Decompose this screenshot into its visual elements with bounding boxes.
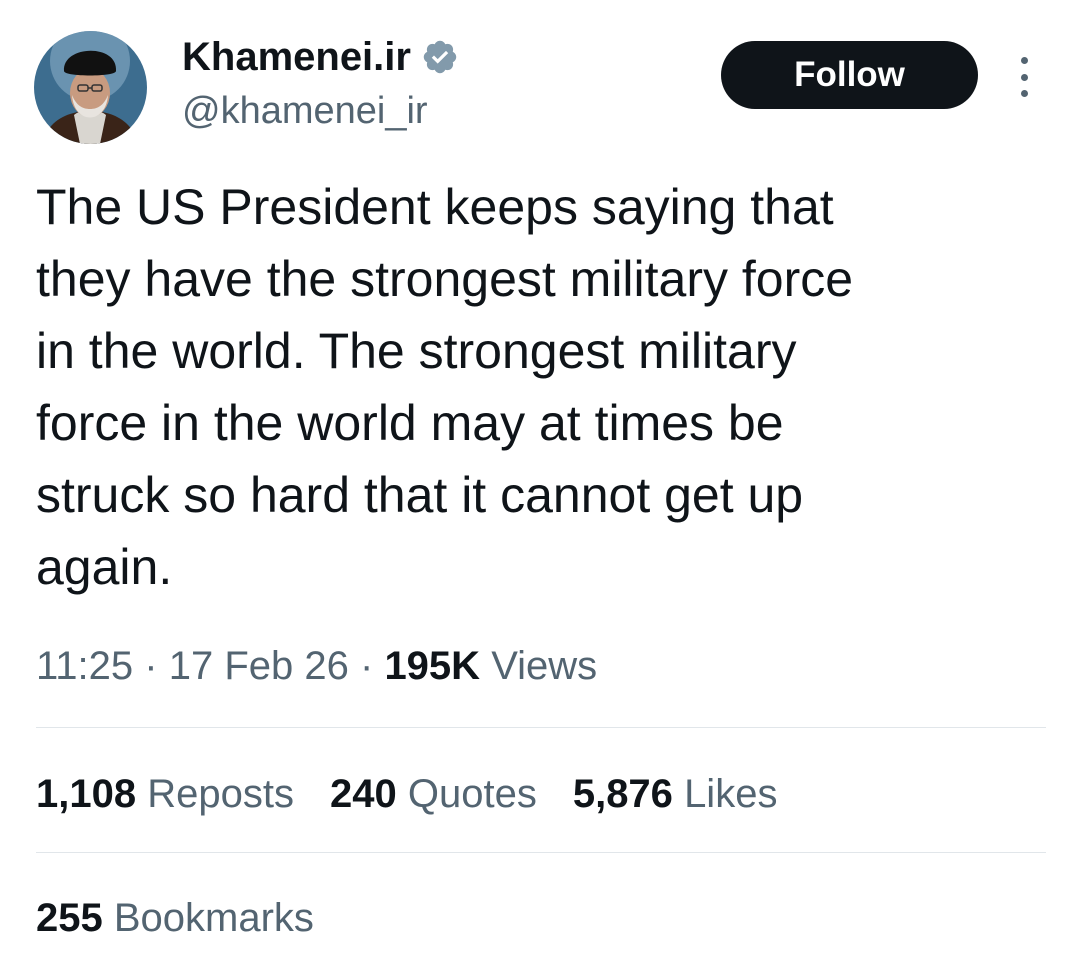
bookmarks-label: Bookmarks [113, 896, 314, 940]
tweet-text: The US President keeps saying that they … [36, 179, 854, 595]
bookmarks-stat[interactable]: 255 Bookmarks [36, 892, 314, 944]
reposts-stat[interactable]: 1,108 Reposts [36, 768, 294, 820]
reposts-label: Reposts [147, 772, 294, 816]
quotes-stat[interactable]: 240 Quotes [330, 768, 537, 820]
more-dot [1020, 73, 1028, 81]
meta-separator: · [359, 644, 374, 688]
likes-count: 5,876 [572, 772, 673, 816]
bookmarks-count: 255 [36, 896, 103, 940]
more-dot [1020, 57, 1028, 64]
avatar-portrait [34, 31, 147, 144]
author-name-row: Khamenei.ir [182, 34, 459, 80]
more-dot [1020, 90, 1028, 97]
views-count: 195K [384, 644, 481, 688]
tweet-meta: 11:25 · 17 Feb 26 · 195K Views [36, 640, 597, 692]
author-display-name[interactable]: Khamenei.ir [182, 34, 411, 80]
author-handle[interactable]: @khamenei_ir [182, 88, 428, 134]
likes-label: Likes [684, 772, 778, 816]
tweet-date[interactable]: 17 Feb 26 [169, 644, 349, 688]
more-vertical-icon[interactable] [1012, 57, 1036, 97]
meta-separator: · [144, 644, 158, 688]
engagement-stats: 1,108 Reposts 240 Quotes 5,876 Likes [36, 768, 777, 820]
reposts-count: 1,108 [36, 772, 137, 816]
verified-badge-icon [421, 38, 459, 76]
divider [36, 852, 1046, 853]
avatar[interactable] [34, 31, 147, 144]
tweet-time[interactable]: 11:25 [36, 644, 133, 688]
views-label: Views [491, 644, 598, 688]
follow-button[interactable]: Follow [721, 41, 978, 109]
quotes-count: 240 [329, 772, 397, 816]
likes-stat[interactable]: 5,876 Likes [573, 768, 778, 820]
quotes-label: Quotes [407, 772, 537, 816]
divider [36, 727, 1046, 728]
